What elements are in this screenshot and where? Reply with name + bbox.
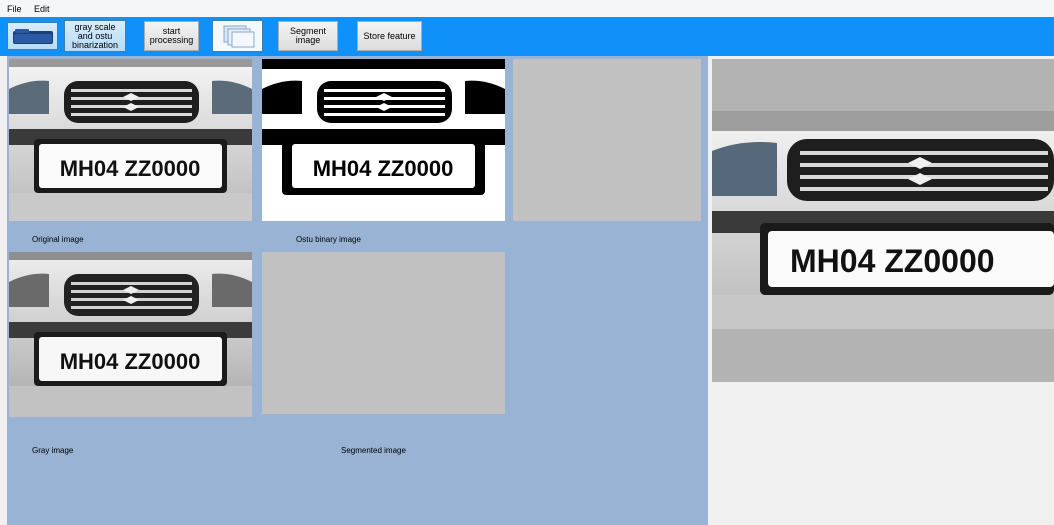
- store-feature-label: Store feature: [363, 30, 416, 41]
- ostu-binary-image: MH04 ZZ0000: [262, 59, 505, 221]
- segment-image-label: Segment image: [289, 26, 327, 45]
- gray-image-label: Gray image: [32, 446, 74, 455]
- open-image-button[interactable]: [7, 22, 58, 50]
- documents-button[interactable]: [212, 20, 263, 52]
- folder-open-icon: [12, 29, 53, 44]
- documents-icon: [223, 25, 254, 48]
- grayscale-binarization-button[interactable]: gray scale and ostu binarization: [64, 20, 126, 52]
- segment-image-button[interactable]: Segment image: [278, 21, 338, 51]
- ostu-binary-image-label: Ostu binary image: [296, 235, 361, 244]
- original-image-label: Original image: [32, 235, 84, 244]
- plate-text: MH04 ZZ0000: [790, 243, 995, 279]
- start-processing-label: start processing: [149, 26, 194, 45]
- empty-image-box: [513, 59, 701, 221]
- menu-edit[interactable]: Edit: [34, 4, 50, 14]
- segmented-image-label: Segmented image: [341, 446, 406, 455]
- original-image: MH04 ZZ0000: [9, 59, 252, 221]
- menu-bar: File Edit: [0, 0, 1054, 17]
- gray-image: MH04 ZZ0000: [9, 252, 252, 417]
- toolbar: gray scale and ostu binarization start p…: [0, 17, 1054, 56]
- plate-text: MH04 ZZ0000: [60, 349, 201, 374]
- store-feature-button[interactable]: Store feature: [357, 21, 422, 51]
- plate-text: MH04 ZZ0000: [313, 156, 454, 181]
- plate-text: MH04 ZZ0000: [60, 156, 201, 181]
- start-processing-button[interactable]: start processing: [144, 21, 199, 51]
- segmented-image: [262, 252, 505, 414]
- grayscale-binarization-label: gray scale and ostu binarization: [71, 21, 119, 50]
- large-preview-image: MH04 ZZ0000: [712, 59, 1054, 382]
- menu-file[interactable]: File: [7, 4, 22, 14]
